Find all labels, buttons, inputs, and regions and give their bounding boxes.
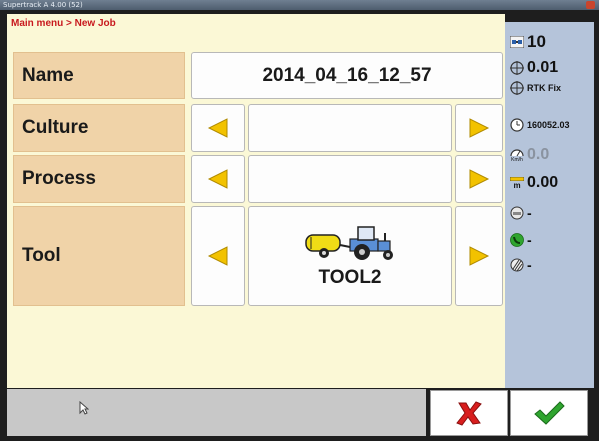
- process-value: [249, 156, 451, 202]
- culture-label: Culture: [13, 104, 185, 152]
- section-b-value: -: [527, 232, 532, 248]
- time-status: 160052.03: [510, 118, 570, 132]
- status-sidebar: 10 0.01 RTK Fix 160052.03 Km/h 0.0 m 0.0…: [505, 22, 594, 388]
- tool-field[interactable]: TOOL2: [248, 206, 452, 306]
- crosshair-icon: [510, 61, 524, 75]
- phone-icon: [510, 233, 524, 247]
- arrow-left-icon: [207, 169, 228, 189]
- culture-next-button[interactable]: [455, 104, 503, 152]
- clock-icon: [510, 118, 524, 132]
- name-row: Name 2014_04_16_12_57: [13, 52, 503, 99]
- arrow-left-icon: [207, 118, 228, 138]
- process-row: Process: [13, 155, 503, 203]
- section-c-status: -: [510, 257, 532, 273]
- satellites-value: 10: [527, 32, 546, 51]
- ruler-icon: m: [510, 175, 524, 191]
- process-field[interactable]: [248, 155, 452, 203]
- tool-row: Tool TOOL2: [13, 206, 503, 306]
- tool-prev-button[interactable]: [191, 206, 245, 306]
- confirm-button[interactable]: [510, 390, 588, 436]
- tool-value: TOOL2: [318, 267, 382, 288]
- arrow-right-icon: [469, 169, 490, 189]
- speed-value: 0.0: [527, 146, 550, 163]
- gps-mode-value: RTK Fix: [527, 83, 562, 93]
- section-c-value: -: [527, 257, 532, 273]
- check-icon: [534, 401, 565, 425]
- mouse-pointer-icon: [79, 401, 89, 415]
- culture-row: Culture: [13, 104, 503, 152]
- culture-value: [249, 105, 451, 151]
- crosshair-icon: [510, 81, 524, 95]
- title-bar: Supertrack A 4.00 (52): [0, 0, 599, 10]
- culture-field[interactable]: [248, 104, 452, 152]
- section-a-status: -: [510, 205, 532, 221]
- window-title: Supertrack A 4.00 (52): [3, 1, 83, 9]
- name-label: Name: [13, 52, 185, 99]
- bottom-bar: [7, 389, 426, 436]
- section-a-value: -: [527, 205, 532, 221]
- arrow-left-icon: [207, 246, 228, 266]
- distance-value: 0.00: [527, 174, 559, 191]
- section-b-status: -: [510, 232, 532, 248]
- culture-prev-button[interactable]: [191, 104, 245, 152]
- breadcrumb[interactable]: Main menu > New Job: [11, 18, 116, 29]
- arrow-right-icon: [469, 118, 490, 138]
- window-close-button[interactable]: [586, 1, 595, 9]
- accuracy-value: 0.01: [527, 59, 559, 76]
- time-value: 160052.03: [527, 120, 570, 130]
- satellite-icon: [510, 35, 524, 49]
- name-field[interactable]: 2014_04_16_12_57: [191, 52, 503, 99]
- name-value: 2014_04_16_12_57: [262, 64, 432, 86]
- distance-status: m 0.00: [510, 174, 558, 192]
- process-label: Process: [13, 155, 185, 203]
- process-next-button[interactable]: [455, 155, 503, 203]
- striped-disc-icon: [510, 258, 524, 272]
- arrow-right-icon: [469, 246, 490, 266]
- distance-unit: m: [513, 180, 521, 190]
- tractor-baler-icon: [305, 226, 393, 260]
- tool-label: Tool: [13, 206, 185, 306]
- satellites-status: 10: [510, 32, 546, 52]
- tool-next-button[interactable]: [455, 206, 503, 306]
- process-prev-button[interactable]: [191, 155, 245, 203]
- speed-status: Km/h 0.0: [510, 146, 549, 164]
- speed-unit: Km/h: [511, 157, 523, 163]
- cancel-button[interactable]: [430, 390, 508, 436]
- speedometer-icon: Km/h: [510, 146, 524, 164]
- gauge-icon: [510, 206, 524, 220]
- gps-mode-status: RTK Fix: [510, 81, 561, 95]
- cross-icon: [456, 401, 482, 426]
- accuracy-status: 0.01: [510, 59, 558, 77]
